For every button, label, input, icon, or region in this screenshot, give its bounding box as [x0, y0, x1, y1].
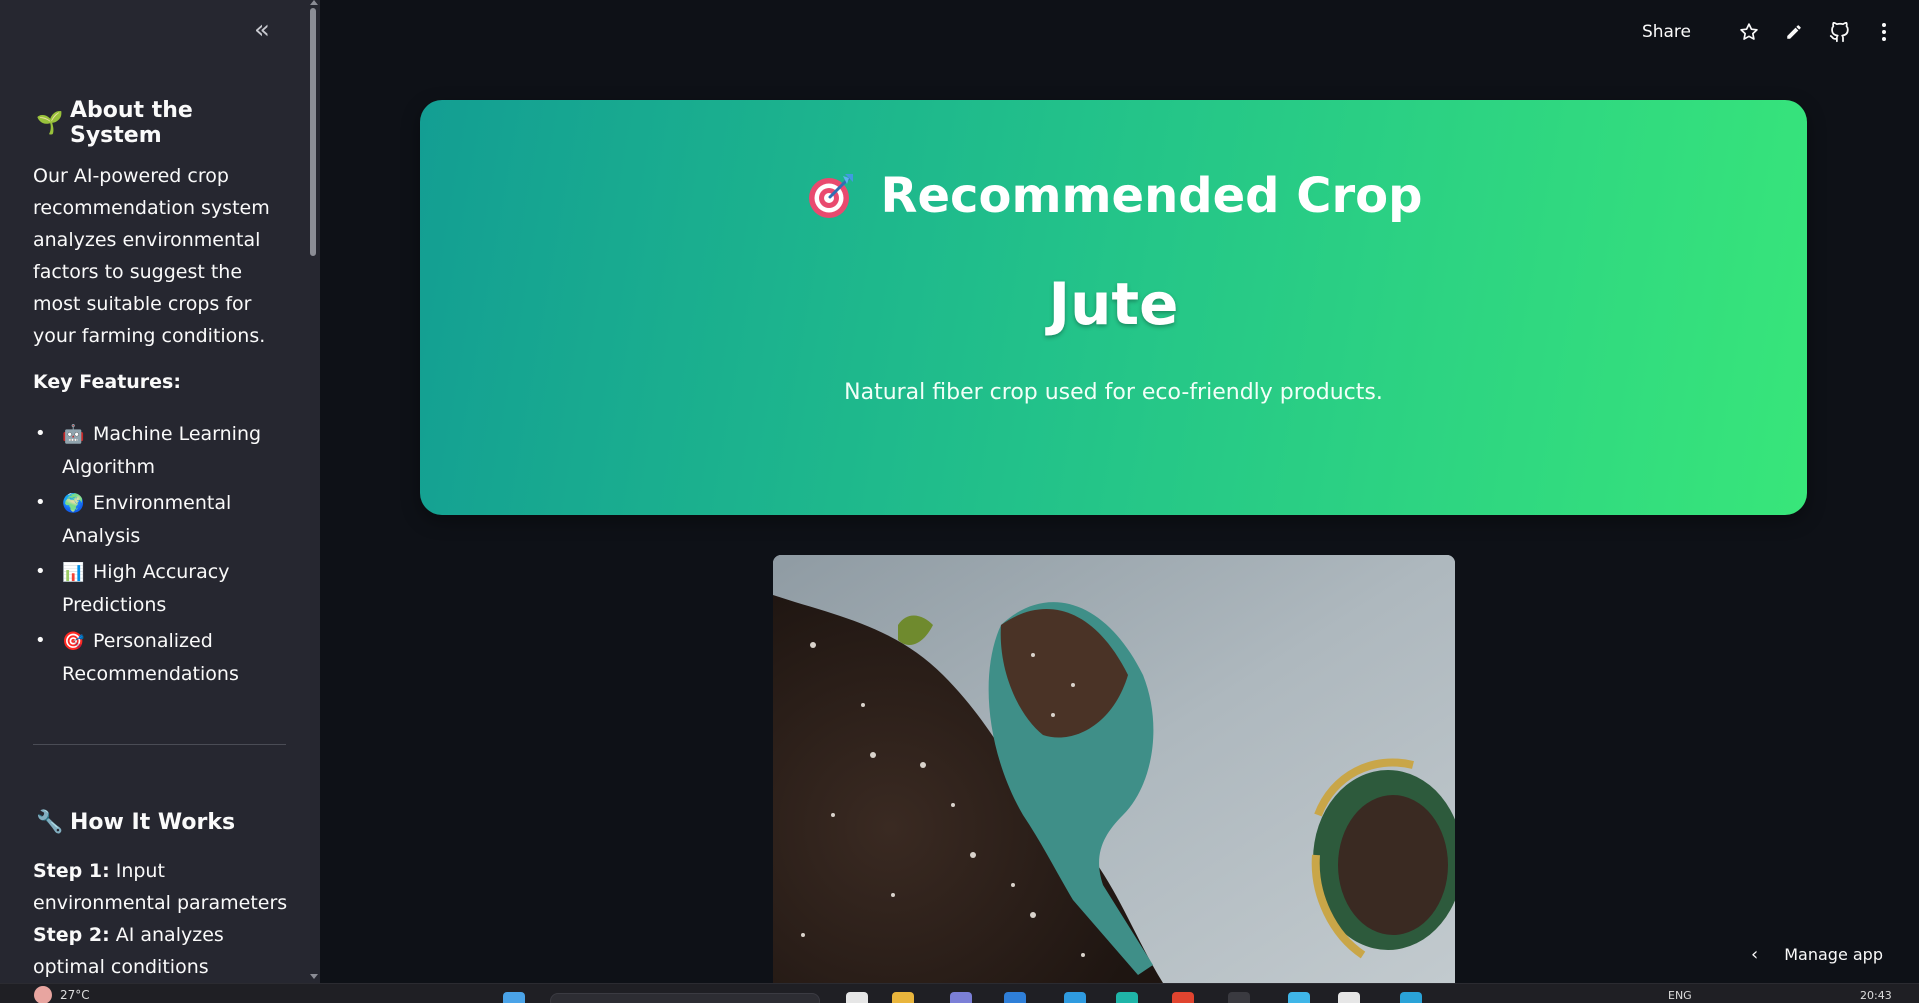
- list-item: 🌍Environmental Analysis: [33, 487, 288, 552]
- scroll-down-icon[interactable]: [310, 974, 318, 979]
- chat-icon[interactable]: [1288, 992, 1310, 1003]
- list-item: 📊High Accuracy Predictions: [33, 556, 288, 621]
- manage-app-button[interactable]: ‹ Manage app: [1751, 944, 1883, 965]
- share-button[interactable]: Share: [1642, 22, 1691, 42]
- globe-icon: 🌍: [62, 493, 85, 514]
- bar-chart-icon: 📊: [62, 562, 85, 583]
- soil-scoop-illustration: [773, 555, 1455, 983]
- store-icon[interactable]: [1064, 992, 1086, 1003]
- about-description: Our AI-powered crop recommendation syste…: [33, 165, 270, 347]
- edge-icon[interactable]: [1116, 992, 1138, 1003]
- language-indicator[interactable]: ENG: [1668, 989, 1692, 1002]
- vscode-icon[interactable]: [1400, 992, 1422, 1003]
- sidebar: « 🌱 About the System Our AI-powered crop…: [0, 0, 320, 983]
- step-label: Step 1:: [33, 860, 110, 882]
- crop-name: Jute: [1048, 270, 1179, 338]
- chevron-left-icon: ‹: [1751, 944, 1759, 965]
- chrome-icon[interactable]: [1228, 992, 1250, 1003]
- clock[interactable]: 20:43: [1860, 989, 1892, 1002]
- sidebar-divider: [33, 744, 286, 745]
- features-list: 🤖Machine Learning Algorithm 🌍Environment…: [33, 418, 288, 690]
- taskbar-search[interactable]: [550, 993, 820, 1003]
- mail-icon[interactable]: [1004, 992, 1026, 1003]
- scroll-up-icon[interactable]: [310, 0, 318, 5]
- star-icon[interactable]: [1738, 21, 1760, 43]
- feature-label: Machine Learning Algorithm: [62, 423, 262, 478]
- step-item: Step 2: AI analyzes optimal conditions: [33, 919, 288, 983]
- robot-icon: 🤖: [62, 424, 85, 445]
- list-item: 🤖Machine Learning Algorithm: [33, 418, 288, 483]
- temperature: 27°C: [60, 988, 90, 1002]
- list-item: 🎯Personalized Recommendations: [33, 625, 288, 690]
- app-icon[interactable]: [1172, 992, 1194, 1003]
- collapse-sidebar-icon[interactable]: «: [254, 17, 280, 44]
- card-title-text: Recommended Crop: [880, 168, 1423, 224]
- github-icon[interactable]: [1828, 21, 1850, 43]
- steps: Step 1: Input environmental parameters S…: [33, 855, 288, 983]
- pencil-icon[interactable]: [1783, 21, 1805, 43]
- task-view-icon[interactable]: [846, 992, 868, 1003]
- how-heading-text: How It Works: [70, 809, 236, 835]
- taskbar: 27°C ENG 20:43: [0, 983, 1919, 1003]
- teams-icon[interactable]: [950, 992, 972, 1003]
- recommendation-card: Recommended Crop Jute Natural fiber crop…: [420, 100, 1807, 515]
- notepad-icon[interactable]: [1338, 992, 1360, 1003]
- seedling-icon: 🌱: [36, 110, 64, 136]
- about-heading: 🌱 About the System: [36, 98, 288, 148]
- wrench-icon: 🔧: [36, 809, 64, 835]
- about-heading-text: About the System: [70, 98, 193, 148]
- target-icon: 🎯: [62, 631, 85, 652]
- more-vertical-icon[interactable]: [1873, 21, 1895, 43]
- windows-start-icon[interactable]: [503, 992, 525, 1003]
- crop-image: [773, 555, 1455, 983]
- file-explorer-icon[interactable]: [892, 992, 914, 1003]
- weather-widget[interactable]: 27°C: [34, 986, 90, 1003]
- weather-icon: [34, 986, 52, 1003]
- how-heading: 🔧 How It Works: [36, 805, 288, 839]
- feature-label: Personalized Recommendations: [62, 630, 239, 685]
- sidebar-content: 🌱 About the System Our AI-powered crop r…: [33, 98, 288, 983]
- scrollbar-thumb[interactable]: [310, 8, 316, 256]
- target-icon: [808, 174, 853, 218]
- step-label: Step 2:: [33, 924, 110, 946]
- features-label: Key Features:: [33, 371, 181, 393]
- crop-description: Natural fiber crop used for eco-friendly…: [844, 380, 1383, 405]
- feature-label: High Accuracy Predictions: [62, 561, 230, 616]
- manage-app-label: Manage app: [1784, 945, 1883, 964]
- header-toolbar: Share: [1642, 14, 1895, 50]
- feature-label: Environmental Analysis: [62, 492, 232, 547]
- card-title: Recommended Crop: [420, 168, 1807, 224]
- sidebar-scrollbar[interactable]: [310, 0, 318, 983]
- step-item: Step 1: Input environmental parameters: [33, 855, 288, 919]
